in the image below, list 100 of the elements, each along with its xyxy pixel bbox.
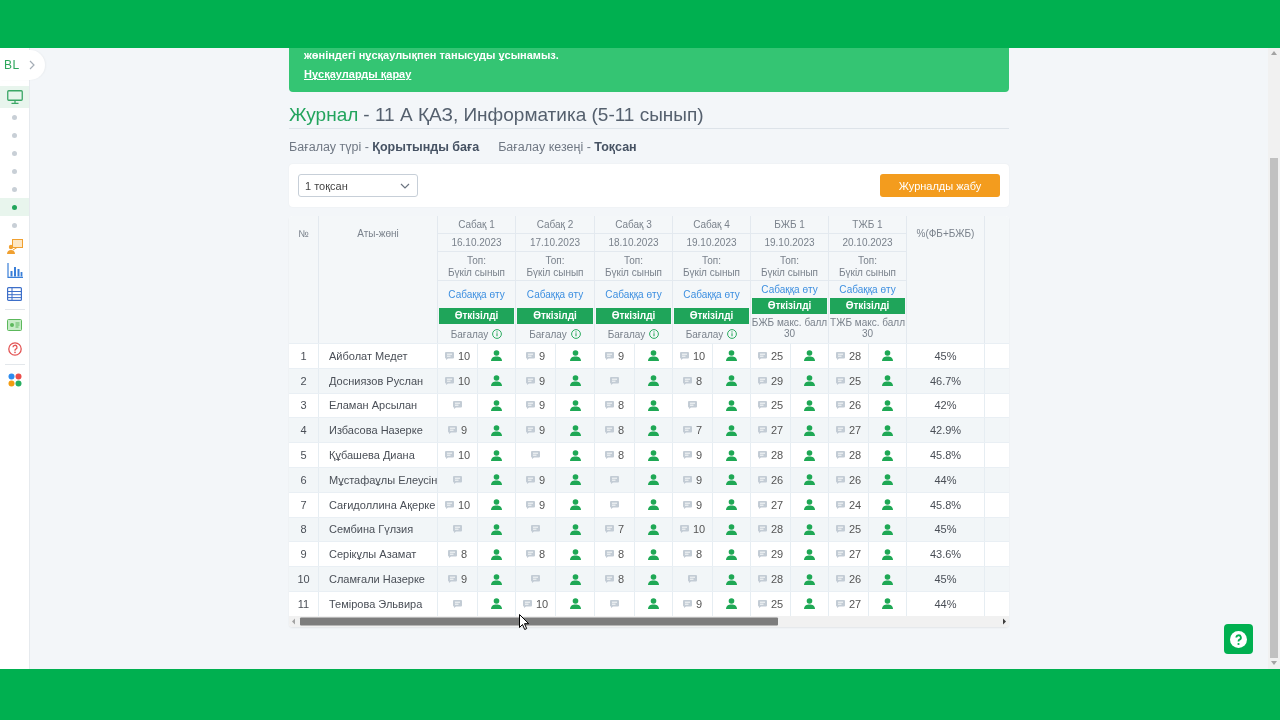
- comment-icon[interactable]: [525, 500, 535, 509]
- person-icon[interactable]: [491, 400, 502, 411]
- person-icon[interactable]: [569, 449, 581, 461]
- person-icon[interactable]: [648, 523, 659, 535]
- person-icon[interactable]: [804, 424, 815, 436]
- comment-icon[interactable]: [679, 351, 689, 360]
- comment-icon[interactable]: [453, 599, 462, 608]
- person-icon[interactable]: [804, 548, 815, 560]
- person-icon[interactable]: [804, 400, 815, 411]
- comment-icon[interactable]: [835, 475, 845, 484]
- lesson-link[interactable]: Сабаққа өту: [839, 283, 896, 295]
- person-icon[interactable]: [491, 548, 502, 560]
- person-icon[interactable]: [882, 424, 893, 436]
- comment-icon[interactable]: [610, 475, 619, 484]
- person-icon[interactable]: [648, 400, 659, 411]
- comment-icon[interactable]: [525, 426, 535, 435]
- vertical-scrollbar[interactable]: [1268, 48, 1280, 669]
- info-icon[interactable]: [492, 329, 503, 339]
- monitor-icon[interactable]: [6, 90, 23, 104]
- person-icon[interactable]: [491, 474, 502, 486]
- comment-icon[interactable]: [682, 376, 692, 385]
- person-icon[interactable]: [726, 375, 737, 387]
- comment-icon[interactable]: [531, 451, 540, 460]
- person-icon[interactable]: [804, 474, 815, 486]
- comment-icon[interactable]: [682, 599, 692, 608]
- comment-icon[interactable]: [453, 475, 462, 484]
- sidebar-item[interactable]: [0, 86, 29, 108]
- comment-icon[interactable]: [604, 575, 614, 584]
- comment-icon[interactable]: [835, 451, 845, 460]
- comment-icon[interactable]: [682, 451, 692, 460]
- comment-icon[interactable]: [757, 599, 767, 608]
- person-icon[interactable]: [648, 449, 659, 461]
- person-icon[interactable]: [726, 424, 737, 436]
- person-icon[interactable]: [569, 499, 581, 511]
- person-icon[interactable]: [491, 598, 502, 610]
- expand-button[interactable]: [28, 60, 35, 70]
- period-select[interactable]: 1 тоқсан: [298, 174, 418, 197]
- person-icon[interactable]: [569, 523, 581, 535]
- comment-icon[interactable]: [682, 500, 692, 509]
- comment-icon[interactable]: [604, 451, 614, 460]
- person-icon[interactable]: [882, 449, 893, 461]
- info-icon[interactable]: [649, 329, 660, 339]
- person-icon[interactable]: [882, 548, 893, 560]
- comment-icon[interactable]: [453, 525, 462, 534]
- comment-icon[interactable]: [444, 376, 454, 385]
- person-icon[interactable]: [726, 350, 737, 362]
- apps-icon[interactable]: [7, 373, 22, 387]
- comment-icon[interactable]: [757, 575, 767, 584]
- person-icon[interactable]: [648, 598, 659, 610]
- help-button[interactable]: [1224, 624, 1253, 654]
- person-icon[interactable]: [648, 424, 659, 436]
- lesson-link[interactable]: Сабаққа өту: [683, 288, 740, 300]
- comment-icon[interactable]: [604, 401, 614, 410]
- person-icon[interactable]: [491, 350, 502, 362]
- person-icon[interactable]: [491, 523, 502, 535]
- person-icon[interactable]: [882, 350, 893, 362]
- comment-icon[interactable]: [757, 426, 767, 435]
- comment-icon[interactable]: [757, 401, 767, 410]
- comment-icon[interactable]: [679, 525, 689, 534]
- person-icon[interactable]: [648, 350, 659, 362]
- table-icon[interactable]: [7, 287, 22, 301]
- person-icon[interactable]: [726, 548, 737, 560]
- person-icon[interactable]: [569, 375, 581, 387]
- person-icon[interactable]: [726, 449, 737, 461]
- lesson-link[interactable]: Сабаққа өту: [526, 288, 584, 300]
- person-icon[interactable]: [804, 573, 815, 585]
- lesson-link[interactable]: Сабаққа өту: [448, 288, 505, 300]
- comment-icon[interactable]: [531, 575, 540, 584]
- comment-icon[interactable]: [447, 550, 457, 559]
- comment-icon[interactable]: [525, 351, 535, 360]
- person-icon[interactable]: [882, 375, 893, 387]
- comment-icon[interactable]: [757, 376, 767, 385]
- person-icon[interactable]: [804, 449, 815, 461]
- comment-icon[interactable]: [525, 401, 535, 410]
- comment-icon[interactable]: [757, 451, 767, 460]
- comment-icon[interactable]: [835, 351, 845, 360]
- comment-icon[interactable]: [682, 426, 692, 435]
- comment-icon[interactable]: [757, 351, 767, 360]
- person-icon[interactable]: [648, 474, 659, 486]
- person-icon[interactable]: [726, 474, 737, 486]
- comment-icon[interactable]: [604, 351, 614, 360]
- comment-icon[interactable]: [682, 550, 692, 559]
- close-journal-button[interactable]: Журналды жабу: [880, 174, 1000, 197]
- person-icon[interactable]: [804, 350, 815, 362]
- comment-icon[interactable]: [525, 550, 535, 559]
- person-icon[interactable]: [569, 400, 581, 411]
- person-icon[interactable]: [491, 499, 502, 511]
- person-icon[interactable]: [726, 400, 737, 411]
- comment-icon[interactable]: [525, 475, 535, 484]
- person-icon[interactable]: [804, 499, 815, 511]
- person-icon[interactable]: [491, 424, 502, 436]
- person-icon[interactable]: [648, 573, 659, 585]
- bar-chart-icon[interactable]: [6, 262, 23, 278]
- teacher-board-icon[interactable]: [6, 238, 23, 254]
- comment-icon[interactable]: [688, 401, 697, 410]
- info-icon[interactable]: [727, 329, 738, 339]
- banner-link[interactable]: Нұсқауларды қарау: [304, 68, 412, 81]
- person-icon[interactable]: [882, 573, 893, 585]
- person-icon[interactable]: [569, 598, 581, 610]
- person-icon[interactable]: [491, 375, 502, 387]
